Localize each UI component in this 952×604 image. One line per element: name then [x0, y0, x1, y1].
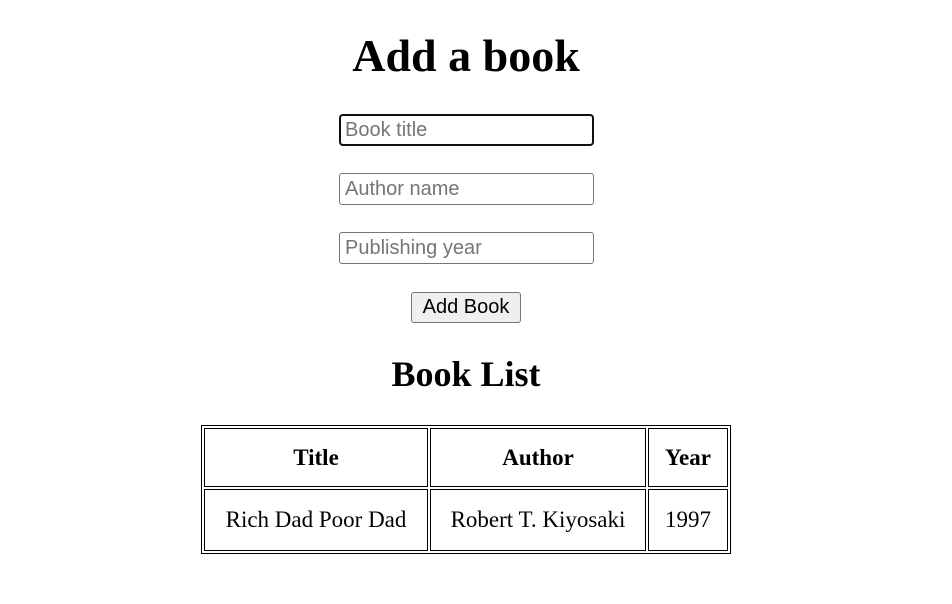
page-title: Add a book	[352, 30, 580, 81]
book-list-heading: Book List	[391, 354, 541, 394]
column-header-title: Title	[204, 428, 428, 487]
table-header-row: Title Author Year	[204, 428, 728, 487]
add-book-button[interactable]: Add Book	[411, 292, 521, 323]
table-row: Rich Dad Poor Dad Robert T. Kiyosaki 199…	[204, 489, 728, 551]
column-header-author: Author	[430, 428, 646, 487]
book-table: Title Author Year Rich Dad Poor Dad Robe…	[201, 425, 731, 554]
cell-year: 1997	[648, 489, 728, 551]
column-header-year: Year	[648, 428, 728, 487]
book-title-input[interactable]	[339, 114, 594, 146]
cell-title: Rich Dad Poor Dad	[204, 489, 428, 551]
cell-author: Robert T. Kiyosaki	[430, 489, 646, 551]
publishing-year-input[interactable]	[339, 232, 594, 264]
author-name-input[interactable]	[339, 173, 594, 205]
